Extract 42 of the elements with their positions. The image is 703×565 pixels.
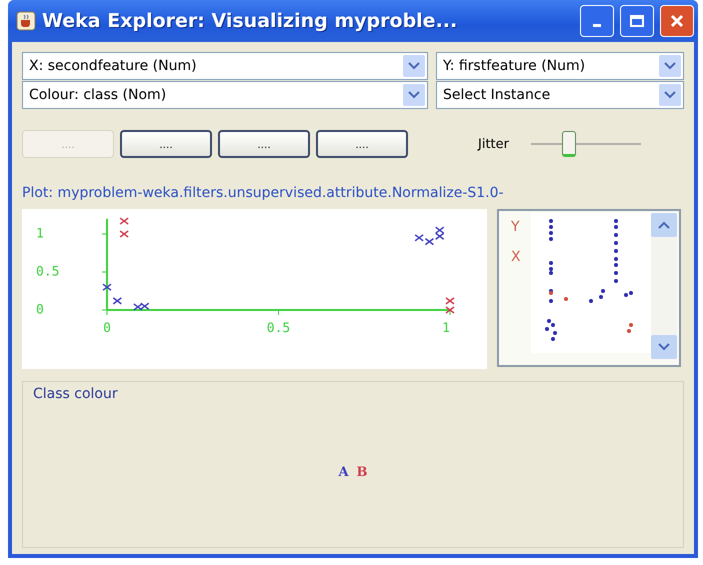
attribute-label: X <box>511 249 521 265</box>
cross-marker <box>119 217 129 225</box>
ellipsis-button[interactable]: .... <box>120 130 212 158</box>
chevron-up-icon <box>658 221 670 229</box>
close-icon <box>669 13 685 29</box>
chevron-down-icon <box>664 62 676 70</box>
chevron-down-icon <box>408 62 420 70</box>
scrollbar[interactable] <box>650 213 677 359</box>
y-tick-label: 0.5 <box>36 264 60 280</box>
panel-title: Class colour <box>33 386 119 402</box>
scroll-down-button[interactable] <box>650 335 677 359</box>
x-tick-label: 0.5 <box>266 321 290 336</box>
dropdown[interactable]: Y: firstfeature (Num) <box>436 52 684 80</box>
ellipsis-button[interactable]: .... <box>316 130 408 158</box>
maximize-button[interactable] <box>620 5 654 37</box>
chevron-down-icon <box>664 91 676 99</box>
class-legend-label: B <box>356 465 368 480</box>
cross-marker <box>112 297 122 305</box>
dropdown[interactable]: Colour: class (Nom) <box>22 81 428 109</box>
dropdown[interactable]: Select Instance <box>436 81 684 109</box>
chevron-down-icon <box>408 91 420 99</box>
y-tick-label: 0 <box>36 302 44 318</box>
close-button[interactable] <box>660 5 694 37</box>
chevron-down-icon <box>658 343 670 351</box>
minimize-icon <box>593 24 601 26</box>
x-tick-label: 0 <box>103 321 111 336</box>
maximize-icon <box>629 14 645 28</box>
attribute-label: Y <box>511 219 521 235</box>
cup-icon <box>16 11 36 31</box>
window-title: Weka Explorer: Visualizing myproble... <box>42 10 458 32</box>
x-tick-label: 1 <box>442 321 450 336</box>
slider-thumb[interactable] <box>562 131 576 157</box>
ellipsis-button[interactable]: .... <box>218 130 310 158</box>
jitter-label: Jitter <box>478 136 509 152</box>
cross-marker <box>102 283 112 291</box>
y-tick-label: 1 <box>36 226 44 242</box>
cross-marker <box>119 230 129 238</box>
class-legend-label: A <box>338 465 349 480</box>
minimize-button[interactable] <box>580 5 614 37</box>
plot-title: Plot: myproblem-weka.filters.unsupervised.attribute.Normalize-S1.0- <box>22 185 505 201</box>
scroll-up-button[interactable] <box>650 213 677 237</box>
dropdown[interactable]: X: secondfeature (Num) <box>22 52 428 80</box>
